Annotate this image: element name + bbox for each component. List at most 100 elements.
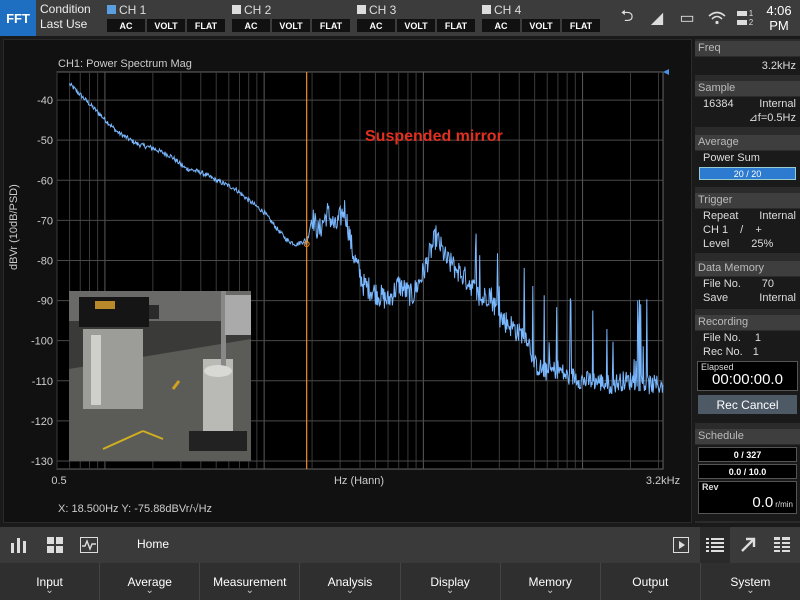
trigger-box[interactable]: Repeat Internal CH 1 / + Level 25% <box>695 209 800 253</box>
coupling-button[interactable]: AC <box>232 19 270 32</box>
recording-box[interactable]: File No. 1 Rec No. 1 Elapsed 00:00:00.0 Re… <box>695 331 800 423</box>
datamem-box[interactable]: File No. 70 Save Internal <box>695 277 800 309</box>
trigger-repeat-label: Repeat <box>703 210 739 222</box>
trigger-header[interactable]: Trigger <box>695 193 800 208</box>
elapsed-value: 00:00:00.0 <box>712 371 783 388</box>
cursor-readout: X: 18.500Hz Y: -75.88dBVr/√Hz <box>58 503 213 515</box>
export-arrow-icon[interactable] <box>733 527 763 563</box>
datamem-file-label: File No. <box>703 278 741 290</box>
bottom-toolbar: Home <box>0 527 800 563</box>
sidebar: Freq 3.2kHz Sample 16384 Internal ⊿f=0.5H… <box>695 39 800 523</box>
channel-label: CH 1 <box>119 2 147 17</box>
menu-input[interactable]: Input <box>0 563 101 600</box>
rev-display: Rev 0.0 r/min <box>698 481 797 514</box>
return-icon[interactable]: ⮌ <box>612 0 642 36</box>
y-tick-label: -90 <box>37 296 53 308</box>
checkbox-icon[interactable] <box>482 5 491 14</box>
checkbox-icon[interactable] <box>232 5 241 14</box>
trigger-ch-label: CH 1 <box>703 224 729 236</box>
x-end-label: 3.2kHz <box>646 475 680 487</box>
table-icon[interactable] <box>767 527 797 563</box>
filter-button[interactable]: FLAT <box>437 19 475 32</box>
menu-memory[interactable]: Memory <box>501 563 601 600</box>
y-tick-label: -120 <box>31 416 53 428</box>
schedule-time: 0.0 / 10.0 <box>698 464 797 479</box>
drive-icon[interactable]: ▭ <box>672 0 702 36</box>
elapsed-display: Elapsed 00:00:00.0 <box>697 361 798 391</box>
main-menu-bar: Input Average Measurement Analysis Displ… <box>0 563 800 600</box>
freq-header[interactable]: Freq <box>695 41 800 56</box>
rec-recno-value: 1 <box>752 346 759 358</box>
plot-annotation: Suspended mirror <box>365 128 503 145</box>
average-box[interactable]: Power Sum 20 / 20 <box>695 151 800 187</box>
waveform-icon[interactable] <box>74 527 104 563</box>
recording-header[interactable]: Recording <box>695 315 800 330</box>
schedule-box[interactable]: 0 / 327 0.0 / 10.0 Rev 0.0 r/min <box>695 445 800 521</box>
datamem-save-value: Internal <box>759 292 796 304</box>
checkbox-icon[interactable] <box>107 5 116 14</box>
rec-file-value: 1 <box>754 332 762 344</box>
trace-marker-icon <box>663 69 669 75</box>
home-breadcrumb[interactable]: Home <box>137 537 169 551</box>
unit-button[interactable]: VOLT <box>147 19 185 32</box>
checkbox-icon[interactable] <box>357 5 366 14</box>
fft-mode-button[interactable]: FFT <box>0 0 36 36</box>
rec-recno-label: Rec No. <box>703 346 743 358</box>
condition-button[interactable]: Condition Last Use <box>40 2 91 32</box>
filter-button[interactable]: FLAT <box>562 19 600 32</box>
battery-icon: 1 2 <box>732 0 758 36</box>
average-header[interactable]: Average <box>695 135 800 150</box>
rev-label: Rev <box>702 482 719 492</box>
menu-system[interactable]: System <box>701 563 800 600</box>
y-tick-label: -100 <box>31 336 53 348</box>
coupling-button[interactable]: AC <box>107 19 145 32</box>
coupling-button[interactable]: AC <box>482 19 520 32</box>
channel-2-settings[interactable]: CH 2 AC VOLT FLAT <box>232 2 352 34</box>
wifi-icon <box>702 0 732 36</box>
filter-button[interactable]: FLAT <box>187 19 225 32</box>
datamem-save-label: Save <box>703 292 729 304</box>
menu-output[interactable]: Output <box>601 563 701 600</box>
average-progress-bar: 20 / 20 <box>699 167 796 180</box>
list-view-icon[interactable] <box>700 527 730 563</box>
grid-layout-icon[interactable] <box>40 527 70 563</box>
freq-value[interactable]: 3.2kHz <box>695 57 800 75</box>
spectrum-chart[interactable]: -40 -50 -60 -70 -80 -90 -100 -110 -120 -130 0.5 3… <box>3 39 693 519</box>
y-tick-label: -40 <box>37 95 53 107</box>
schedule-header[interactable]: Schedule <box>695 429 800 444</box>
menu-analysis[interactable]: Analysis <box>300 563 401 600</box>
datamem-header[interactable]: Data Memory <box>695 261 800 276</box>
sample-header[interactable]: Sample <box>695 81 800 96</box>
top-bar: FFT Condition Last Use CH 1 AC VOLT FLAT… <box>0 0 800 36</box>
clock-time: 4:06 <box>766 3 792 18</box>
filter-button[interactable]: FLAT <box>312 19 350 32</box>
rec-file-label: File No. <box>703 332 741 344</box>
x-start-label: 0.5 <box>51 475 66 487</box>
datamem-file-value: 70 <box>761 278 774 290</box>
channel-label: CH 4 <box>494 2 522 17</box>
unit-button[interactable]: VOLT <box>272 19 310 32</box>
inset-photo <box>69 291 251 461</box>
clock-ampm: PM <box>769 18 789 33</box>
sample-box[interactable]: 16384 Internal ⊿f=0.5Hz <box>695 97 800 127</box>
play-icon[interactable] <box>666 527 696 563</box>
channel-4-settings[interactable]: CH 4 AC VOLT FLAT <box>482 2 602 34</box>
unit-button[interactable]: VOLT <box>522 19 560 32</box>
channel-1-settings[interactable]: CH 1 AC VOLT FLAT <box>107 2 227 34</box>
channel-3-settings[interactable]: CH 3 AC VOLT FLAT <box>357 2 477 34</box>
menu-measurement[interactable]: Measurement <box>200 563 301 600</box>
menu-display[interactable]: Display <box>401 563 501 600</box>
condition-title: Condition <box>40 2 91 16</box>
battery-2-label: 2 <box>748 18 754 27</box>
schedule-count: 0 / 327 <box>698 447 797 462</box>
sample-source: Internal <box>759 98 796 110</box>
rec-cancel-button[interactable]: Rec Cancel <box>698 395 797 414</box>
coupling-button[interactable]: AC <box>357 19 395 32</box>
battery-1-label: 1 <box>748 9 754 18</box>
bar-chart-icon[interactable] <box>4 527 34 563</box>
unit-button[interactable]: VOLT <box>397 19 435 32</box>
menu-average[interactable]: Average <box>100 563 201 600</box>
chart-toggle-icon[interactable]: ◢ <box>642 0 672 36</box>
trigger-ch-value: / + <box>740 224 762 236</box>
y-tick-label: -110 <box>32 376 53 388</box>
